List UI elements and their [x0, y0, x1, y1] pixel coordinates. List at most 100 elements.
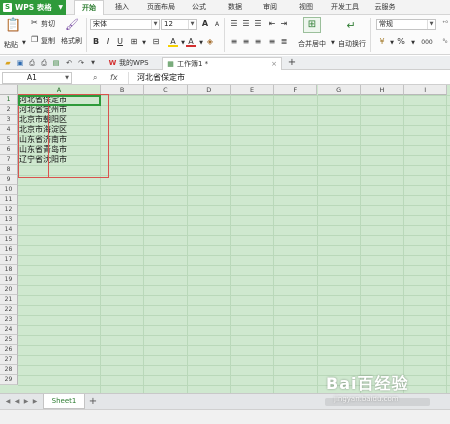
tab-insert[interactable]: 插入 — [108, 0, 136, 15]
tab-formulas[interactable]: 公式 — [186, 0, 212, 15]
align-bottom-icon[interactable]: ☰ — [253, 19, 263, 29]
save-icon[interactable]: ▣ — [15, 58, 25, 68]
close-tab-icon[interactable]: × — [271, 58, 277, 70]
active-cell-outline[interactable] — [18, 95, 101, 106]
row-header-9[interactable]: 9 — [0, 175, 18, 185]
doc-tab-workbook1[interactable]: ▦ 工作簿1 * × — [162, 57, 282, 70]
fill-color-button[interactable]: A — [168, 37, 178, 47]
justify-icon[interactable]: ≡ — [267, 37, 277, 47]
row-header-29[interactable]: 29 — [0, 375, 18, 385]
row-header-7[interactable]: 7 — [0, 155, 18, 165]
row-header-26[interactable]: 26 — [0, 345, 18, 355]
align-right-icon[interactable]: ≡ — [253, 37, 263, 47]
search-icon[interactable]: ⌕ — [93, 72, 104, 84]
align-top-icon[interactable]: ☰ — [229, 19, 239, 29]
row-header-25[interactable]: 25 — [0, 335, 18, 345]
indent-decrease-icon[interactable]: ⇤ — [267, 19, 277, 29]
name-box[interactable]: A1 ▼ — [2, 72, 72, 84]
align-center-icon[interactable]: ≡ — [241, 37, 251, 47]
row-header-28[interactable]: 28 — [0, 365, 18, 375]
increase-decimal-icon[interactable]: ⁺⁰ — [440, 19, 450, 29]
column-header-h[interactable]: H — [360, 85, 405, 95]
align-middle-icon[interactable]: ☰ — [241, 19, 251, 29]
borders-icon[interactable]: ⊞ — [129, 37, 139, 47]
row-header-27[interactable]: 27 — [0, 355, 18, 365]
column-header-g[interactable]: G — [317, 85, 361, 95]
chevron-down-icon[interactable]: ▼ — [331, 40, 335, 46]
number-format-select[interactable]: 常规 ▼ — [376, 19, 436, 30]
merge-center-button[interactable]: 合并居中 — [298, 39, 326, 49]
cut-button[interactable]: 剪切 — [41, 19, 55, 29]
row-header-15[interactable]: 15 — [0, 235, 18, 245]
insert-function-button[interactable]: fx — [110, 72, 122, 84]
font-color-button[interactable]: A — [186, 37, 196, 47]
bold-button[interactable]: B — [91, 37, 101, 47]
new-tab-icon[interactable]: + — [287, 58, 297, 68]
font-name-select[interactable]: 宋体 ▼ — [90, 19, 160, 30]
row-header-20[interactable]: 20 — [0, 285, 18, 295]
copy-icon[interactable]: ❐ — [31, 35, 38, 44]
row-header-4[interactable]: 4 — [0, 125, 18, 135]
indent-increase-icon[interactable]: ⇥ — [279, 19, 289, 29]
formula-input[interactable]: 河北省保定市 — [128, 72, 446, 84]
sheet-tab-sheet1[interactable]: Sheet1 — [43, 394, 85, 409]
tab-cloud-service[interactable]: 云服务 — [368, 0, 402, 15]
app-menu-button[interactable]: S WPS 表格 ▼ — [0, 0, 66, 15]
print-preview-icon[interactable]: ⎙ — [27, 58, 37, 68]
tab-data[interactable]: 数据 — [222, 0, 248, 15]
select-all-corner[interactable] — [0, 85, 18, 95]
row-header-17[interactable]: 17 — [0, 255, 18, 265]
currency-icon[interactable]: ¥ — [377, 37, 387, 47]
shrink-font-button[interactable]: A — [212, 20, 222, 30]
decrease-decimal-icon[interactable]: ⁰₀ — [440, 37, 450, 47]
row-header-5[interactable]: 5 — [0, 135, 18, 145]
row-header-14[interactable]: 14 — [0, 225, 18, 235]
format-painter-button[interactable]: 格式刷 — [61, 36, 82, 46]
row-header-18[interactable]: 18 — [0, 265, 18, 275]
clear-format-icon[interactable]: ◈ — [205, 37, 215, 47]
wrap-text-icon[interactable]: ↵ — [343, 18, 359, 33]
last-sheet-icon[interactable]: ▶ — [31, 398, 39, 406]
row-header-22[interactable]: 22 — [0, 305, 18, 315]
italic-button[interactable]: I — [103, 37, 113, 47]
prev-sheet-icon[interactable]: ◀ — [13, 398, 21, 406]
row-header-12[interactable]: 12 — [0, 205, 18, 215]
print-icon[interactable]: ⎙ — [39, 58, 49, 68]
row-header-19[interactable]: 19 — [0, 275, 18, 285]
paste-icon[interactable]: 📋 — [5, 18, 21, 34]
open-folder-icon[interactable]: ▰ — [3, 58, 13, 68]
wrap-text-button[interactable]: 自动换行 — [338, 39, 366, 49]
row-header-21[interactable]: 21 — [0, 295, 18, 305]
align-left-icon[interactable]: ≡ — [229, 37, 239, 47]
underline-button[interactable]: U — [115, 37, 125, 47]
column-header-d[interactable]: D — [187, 85, 231, 95]
copy-button[interactable]: 复制 — [41, 36, 55, 46]
grow-font-button[interactable]: A — [200, 19, 210, 29]
thousands-separator-button[interactable]: 000 — [419, 38, 435, 48]
spreadsheet-grid[interactable]: ABCDEFGHI 1 2 3 4 5 6 7 8 9 10 11 12 13 14 15 16 17 18 19 2… — [0, 85, 450, 393]
next-sheet-icon[interactable]: ▶ — [22, 398, 30, 406]
chevron-down-icon[interactable]: ▼ — [139, 38, 149, 48]
column-header-f[interactable]: F — [274, 85, 318, 95]
row-header-10[interactable]: 10 — [0, 185, 18, 195]
chevron-down-icon[interactable]: ▼ — [408, 38, 418, 48]
customize-chevron-icon[interactable]: ▼ — [88, 58, 98, 68]
row-header-6[interactable]: 6 — [0, 145, 18, 155]
doc-tab-my-wps[interactable]: W 我的WPS — [105, 57, 161, 70]
export-pdf-icon[interactable]: ▤ — [51, 58, 61, 68]
row-header-13[interactable]: 13 — [0, 215, 18, 225]
paste-button[interactable]: 粘贴 — [4, 40, 18, 50]
merge-cells-icon[interactable]: ⊟ — [151, 37, 161, 47]
row-header-1[interactable]: 1 — [0, 95, 18, 105]
row-header-24[interactable]: 24 — [0, 325, 18, 335]
row-header-16[interactable]: 16 — [0, 245, 18, 255]
first-sheet-icon[interactable]: ◀ — [4, 398, 12, 406]
column-header-e[interactable]: E — [230, 85, 275, 95]
scissors-icon[interactable]: ✂ — [31, 18, 38, 27]
distribute-icon[interactable]: ≣ — [279, 37, 289, 47]
tab-home[interactable]: 开始 — [74, 0, 104, 15]
redo-icon[interactable]: ↷ — [76, 58, 86, 68]
font-size-select[interactable]: 12 ▼ — [161, 19, 197, 30]
column-header-c[interactable]: C — [144, 85, 188, 95]
chevron-down-icon[interactable]: ▼ — [22, 40, 26, 46]
